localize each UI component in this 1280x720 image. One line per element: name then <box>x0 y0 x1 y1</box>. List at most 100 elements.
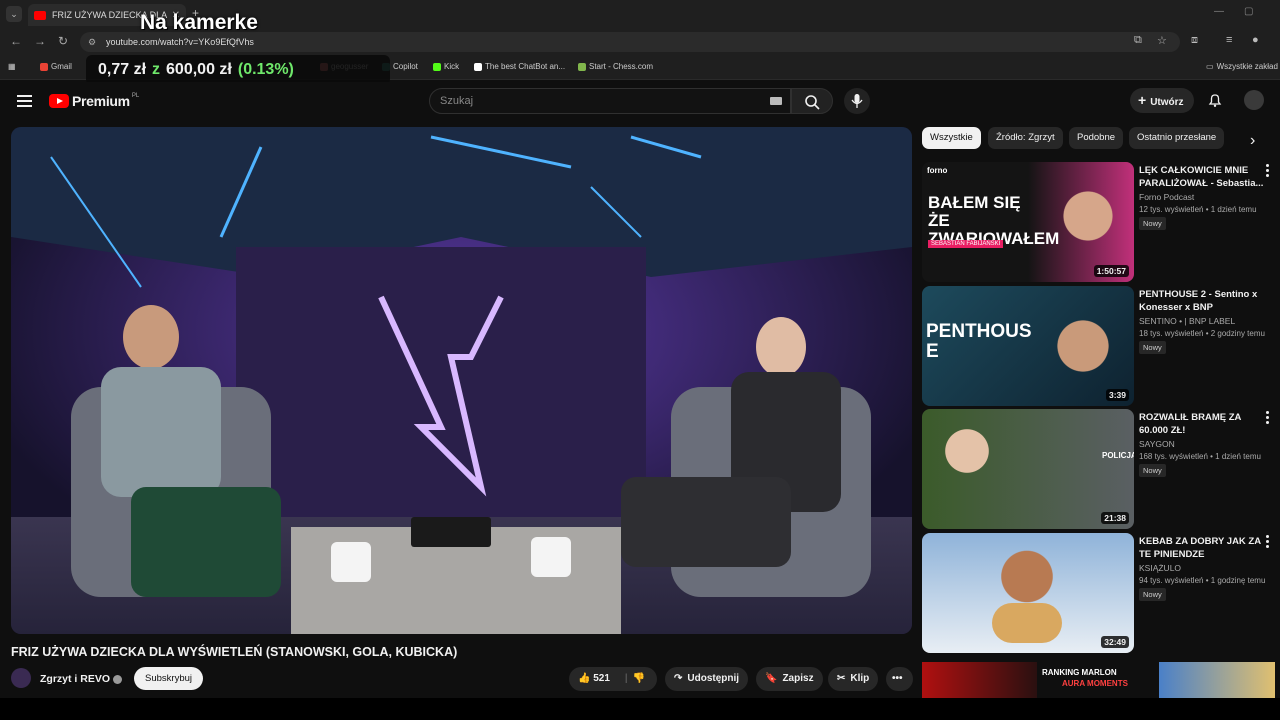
like-button[interactable]: 👍 521 <box>578 667 610 691</box>
url-text: youtube.com/watch?v=YKo9EfQfVhs <box>106 37 254 47</box>
youtube-favicon-icon <box>34 10 46 20</box>
recommendation-thumbnail[interactable]: PENTHOUSE 3:39 <box>922 286 1134 406</box>
partial-thumb-text-2: AURA MOMENTS <box>1062 679 1128 688</box>
site-info-icon[interactable]: ⚙ <box>88 32 96 52</box>
chip-all[interactable]: Wszystkie <box>922 127 981 149</box>
recommendation-meta: 12 tys. wyświetleń • 1 dzień temu <box>1139 205 1257 214</box>
chess-icon <box>578 62 586 71</box>
forward-icon[interactable]: → <box>34 34 46 48</box>
search-input[interactable]: Szukaj <box>429 88 791 114</box>
bookmark-kick[interactable]: Kick <box>433 62 459 71</box>
chip-recent[interactable]: Ostatnio przesłane <box>1129 127 1225 149</box>
duration-badge: 32:49 <box>1101 636 1129 648</box>
tab-search-icon[interactable]: ⌄ <box>6 6 22 22</box>
save-button[interactable]: 🔖 Zapisz <box>756 667 823 691</box>
create-button[interactable]: + Utwórz <box>1130 88 1194 113</box>
more-actions-button[interactable]: ••• <box>886 667 913 691</box>
channel-avatar[interactable] <box>11 668 31 688</box>
bookmark-chess[interactable]: Start - Chess.com <box>578 62 653 71</box>
more-horizontal-icon: ••• <box>892 673 903 684</box>
scissors-icon: ✂ <box>837 673 846 684</box>
maximize-icon[interactable]: ▢ <box>1244 6 1253 17</box>
recommendation-title[interactable]: PENTHOUSE 2 - Sentino x Konesser x BNP <box>1139 288 1267 314</box>
thumb-text: POLICJA <box>1102 451 1134 460</box>
share-button[interactable]: ↷ Udostępnij <box>665 667 749 691</box>
recommendation-title[interactable]: KEBAB ZA DOBRY JAK ZA TE PINIENDZE <box>1139 535 1267 561</box>
search-placeholder: Szukaj <box>440 95 474 107</box>
chip-related[interactable]: Podobne <box>1069 127 1124 149</box>
like-count: 521 <box>593 673 610 684</box>
more-vertical-icon[interactable] <box>1266 535 1270 550</box>
search-button[interactable] <box>791 88 833 114</box>
create-label: Utwórz <box>1150 97 1184 108</box>
recommendation-channel[interactable]: SENTINO • | BNP LABEL <box>1139 316 1235 326</box>
partial-thumb-left <box>922 662 1037 698</box>
more-vertical-icon[interactable] <box>1266 164 1270 179</box>
duration-badge: 1:50:57 <box>1093 265 1129 277</box>
bottom-strip <box>0 698 1280 720</box>
thumb-logo: forno <box>927 166 948 175</box>
recommendation-thumbnail[interactable]: POLICJA 21:38 <box>922 409 1134 529</box>
extensions-icon[interactable]: ⧈ <box>1191 34 1198 47</box>
profile-icon[interactable]: ● <box>1252 34 1259 46</box>
new-badge: Nowy <box>1139 217 1166 230</box>
bookmark-star-icon[interactable]: ☆ <box>1157 34 1167 47</box>
youtube-logo[interactable]: Premium PL <box>49 93 139 109</box>
recommendation-meta: 168 tys. wyświetleń • 1 dzień temu <box>1139 452 1261 461</box>
goal-percent: (0.13%) <box>237 61 294 78</box>
recommendation-item-partial[interactable]: RANKING MARLON AURA MOMENTS <box>922 662 1280 698</box>
menu-icon[interactable] <box>17 95 32 107</box>
voice-search-button[interactable] <box>844 88 870 114</box>
recommendation-item[interactable]: PENTHOUSE 3:39 PENTHOUSE 2 - Sentino x K… <box>922 286 1280 406</box>
address-bar[interactable]: ⚙ youtube.com/watch?v=YKo9EfQfVhs <box>80 32 1180 52</box>
thumb-face <box>1042 162 1134 282</box>
duration-badge: 3:39 <box>1105 389 1129 401</box>
new-badge: Nowy <box>1139 341 1166 354</box>
microphone-icon <box>851 94 863 108</box>
video-title: FRIZ UŻYWA DZIECKA DLA WYŚWIETLEŃ (STANO… <box>11 645 458 659</box>
media-icon[interactable]: ≡ <box>1226 34 1232 46</box>
plus-icon: + <box>1138 92 1147 108</box>
notifications-bell-icon[interactable] <box>1207 92 1223 108</box>
bookmark-chatbot[interactable]: The best ChatBot an... <box>474 62 565 71</box>
logo-text: Premium <box>72 93 130 109</box>
thumb-kebab-image <box>992 603 1062 643</box>
chip-source[interactable]: Źródło: Zgrzyt <box>988 127 1063 149</box>
thumb-face <box>1032 286 1134 406</box>
chevron-right-icon[interactable]: › <box>1250 132 1255 150</box>
recommendation-title[interactable]: ROZWALIŁ BRAMĘ ZA 60.000 ZŁ! <box>1139 411 1267 437</box>
cast-icon[interactable]: ⧉ <box>1134 34 1142 47</box>
back-icon[interactable]: ← <box>10 34 22 48</box>
dislike-icon[interactable]: 👎 <box>633 667 645 691</box>
goal-current: 0,77 zł <box>98 61 147 78</box>
video-player[interactable] <box>11 127 912 634</box>
keyboard-icon[interactable] <box>770 97 782 105</box>
recommendation-item[interactable]: forno BAŁEM SIĘ ŻE ZWARIOWAŁEM SEBASTIAN… <box>922 162 1280 282</box>
account-avatar[interactable] <box>1244 90 1264 110</box>
search-icon <box>805 95 820 110</box>
save-icon: 🔖 <box>765 673 778 684</box>
recommendation-thumbnail[interactable]: 32:49 <box>922 533 1134 653</box>
recommendation-channel[interactable]: KSIĄŻULO <box>1139 563 1181 573</box>
bookmark-folder-all[interactable]: ▭ Wszystkie zakład <box>1206 62 1278 71</box>
thumb-face <box>937 419 997 499</box>
more-vertical-icon[interactable] <box>1266 411 1270 426</box>
stream-overlay-title: Na kamerke <box>140 11 258 34</box>
subscribe-button[interactable]: Subskrybuj <box>134 667 203 690</box>
minimize-icon[interactable]: — <box>1214 6 1224 17</box>
gmail-icon <box>40 62 48 71</box>
recommendation-item[interactable]: 32:49 KEBAB ZA DOBRY JAK ZA TE PINIENDZE… <box>922 533 1280 653</box>
apps-icon[interactable]: ▦ <box>8 62 16 71</box>
recommendation-channel[interactable]: Forno Podcast <box>1139 192 1194 202</box>
bookmark-gmail[interactable]: Gmail <box>40 62 72 71</box>
reload-icon[interactable]: ↻ <box>58 34 68 48</box>
recommendation-channel[interactable]: SAYGON <box>1139 439 1175 449</box>
channel-name[interactable]: Zgrzyt i REVO <box>40 673 123 685</box>
clip-button[interactable]: ✂ Klip <box>828 667 879 691</box>
donation-goal-overlay: 0,77 zł z 600,00 zł (0.13%) <box>86 55 390 85</box>
recommendation-thumbnail[interactable]: forno BAŁEM SIĘ ŻE ZWARIOWAŁEM SEBASTIAN… <box>922 162 1134 282</box>
chatbot-icon <box>474 62 482 71</box>
recommendation-title[interactable]: LĘK CAŁKOWICIE MNIE PARALIŻOWAŁ - Sebast… <box>1139 164 1267 190</box>
recommendation-item[interactable]: POLICJA 21:38 ROZWALIŁ BRAMĘ ZA 60.000 Z… <box>922 409 1280 529</box>
kick-icon <box>433 62 441 71</box>
